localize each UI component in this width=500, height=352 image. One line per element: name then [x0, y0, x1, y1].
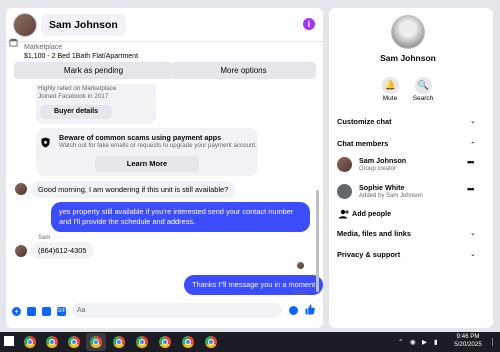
chevron-up-icon[interactable]: ⌃: [470, 141, 476, 149]
mark-pending-button[interactable]: Mark as pending: [14, 62, 173, 79]
profile-name: Sam Johnson: [380, 53, 436, 63]
more-options-button[interactable]: More options: [171, 62, 316, 79]
message-status: Sent: [294, 291, 307, 297]
emoji-icon[interactable]: [289, 306, 298, 315]
chrome-icon[interactable]: [205, 336, 217, 348]
learn-more-button[interactable]: Learn More: [95, 156, 199, 172]
chat-title[interactable]: Sam Johnson: [41, 13, 126, 36]
add-person-icon[interactable]: [339, 209, 349, 219]
bell-icon[interactable]: 🔔: [382, 77, 399, 94]
sticker-icon[interactable]: [42, 307, 51, 316]
avatar[interactable]: [337, 184, 352, 199]
member-role: Added by Sam Johnson: [359, 193, 423, 199]
chrome-icon[interactable]: [24, 336, 36, 348]
info-icon[interactable]: i: [303, 18, 315, 30]
profile-avatar[interactable]: [391, 15, 425, 49]
clock-date: 5/20/2025: [454, 341, 482, 348]
clock-time: 9:46 PM: [456, 333, 480, 340]
message-input[interactable]: Aa: [72, 303, 282, 318]
battery-icon[interactable]: ▮: [434, 338, 438, 346]
chevron-up-icon[interactable]: ⌃: [398, 338, 403, 346]
marketplace-label: Marketplace: [24, 44, 63, 51]
chevron-down-icon[interactable]: ⌄: [470, 117, 476, 125]
chevron-down-icon[interactable]: ⌄: [470, 250, 476, 258]
clock[interactable]: 9:46 PM 5/20/2025: [448, 333, 488, 349]
chat-scrollbar[interactable]: [316, 190, 319, 292]
mute-label: Mute: [382, 95, 398, 102]
buyer-info: Highly rated on Marketplace Joined Faceb…: [38, 85, 116, 101]
search-label: Search: [412, 95, 434, 102]
start-icon[interactable]: [4, 336, 14, 346]
show-desktop-button[interactable]: [492, 338, 497, 346]
media-section[interactable]: Media, files and links: [337, 229, 411, 238]
plus-icon[interactable]: +: [12, 307, 21, 316]
marketplace-icon: [9, 38, 18, 47]
chat-header: Sam Johnson: [6, 8, 323, 42]
chrome-icon[interactable]: [68, 336, 80, 348]
volume-icon[interactable]: ▶: [422, 338, 427, 346]
member-name[interactable]: Sophie White: [359, 183, 405, 192]
like-icon[interactable]: [305, 304, 315, 315]
privacy-section[interactable]: Privacy & support: [337, 250, 400, 259]
message-outgoing: yes property still available if you're i…: [51, 202, 310, 232]
shield-icon: [41, 137, 50, 148]
sender-avatar[interactable]: [15, 245, 27, 257]
listing-title[interactable]: $1,100 - 2 Bed 1Bath Flat/Apartment: [24, 53, 138, 60]
gif-icon[interactable]: GIF: [57, 307, 66, 316]
chrome-icon[interactable]: [90, 336, 102, 348]
chrome-icon[interactable]: [46, 336, 58, 348]
buyer-joined: Joined Facebook in 2017: [38, 93, 109, 100]
chevron-down-icon[interactable]: ⌄: [470, 229, 476, 237]
customize-chat-section[interactable]: Customize chat: [337, 117, 392, 126]
chrome-icon[interactable]: [182, 336, 194, 348]
search-icon[interactable]: 🔍: [415, 77, 432, 94]
avatar[interactable]: [337, 157, 352, 172]
chat-members-section[interactable]: Chat members: [337, 139, 388, 148]
message-incoming: (864)612-4305: [31, 242, 94, 259]
scam-title: Beware of common scams using payment app…: [59, 133, 222, 142]
chrome-icon[interactable]: [136, 336, 148, 348]
sender-name: Sam: [38, 235, 51, 241]
buyer-details-button[interactable]: Buyer details: [40, 105, 112, 119]
read-receipt-avatar: [297, 262, 304, 269]
message-incoming: Good morning, I am wondering if this uni…: [31, 181, 236, 198]
buyer-rating: Highly rated on Marketplace: [38, 85, 117, 92]
messenger-window: Sam Johnson i Marketplace $1,100 - 2 Bed…: [0, 0, 500, 332]
image-icon[interactable]: [27, 307, 36, 316]
more-icon[interactable]: •••: [467, 157, 475, 167]
chrome-icon[interactable]: [159, 336, 171, 348]
member-role: Group creator: [359, 166, 397, 172]
wifi-icon[interactable]: ◉: [410, 338, 416, 346]
scam-subtitle: Watch out for fake emails or requests to…: [59, 142, 257, 149]
chrome-icon[interactable]: [113, 336, 125, 348]
member-name[interactable]: Sam Johnson: [359, 156, 406, 165]
more-icon[interactable]: •••: [467, 184, 475, 194]
sender-avatar[interactable]: [15, 183, 27, 195]
add-people-button[interactable]: Add people: [352, 209, 391, 218]
chat-avatar[interactable]: [13, 12, 37, 37]
